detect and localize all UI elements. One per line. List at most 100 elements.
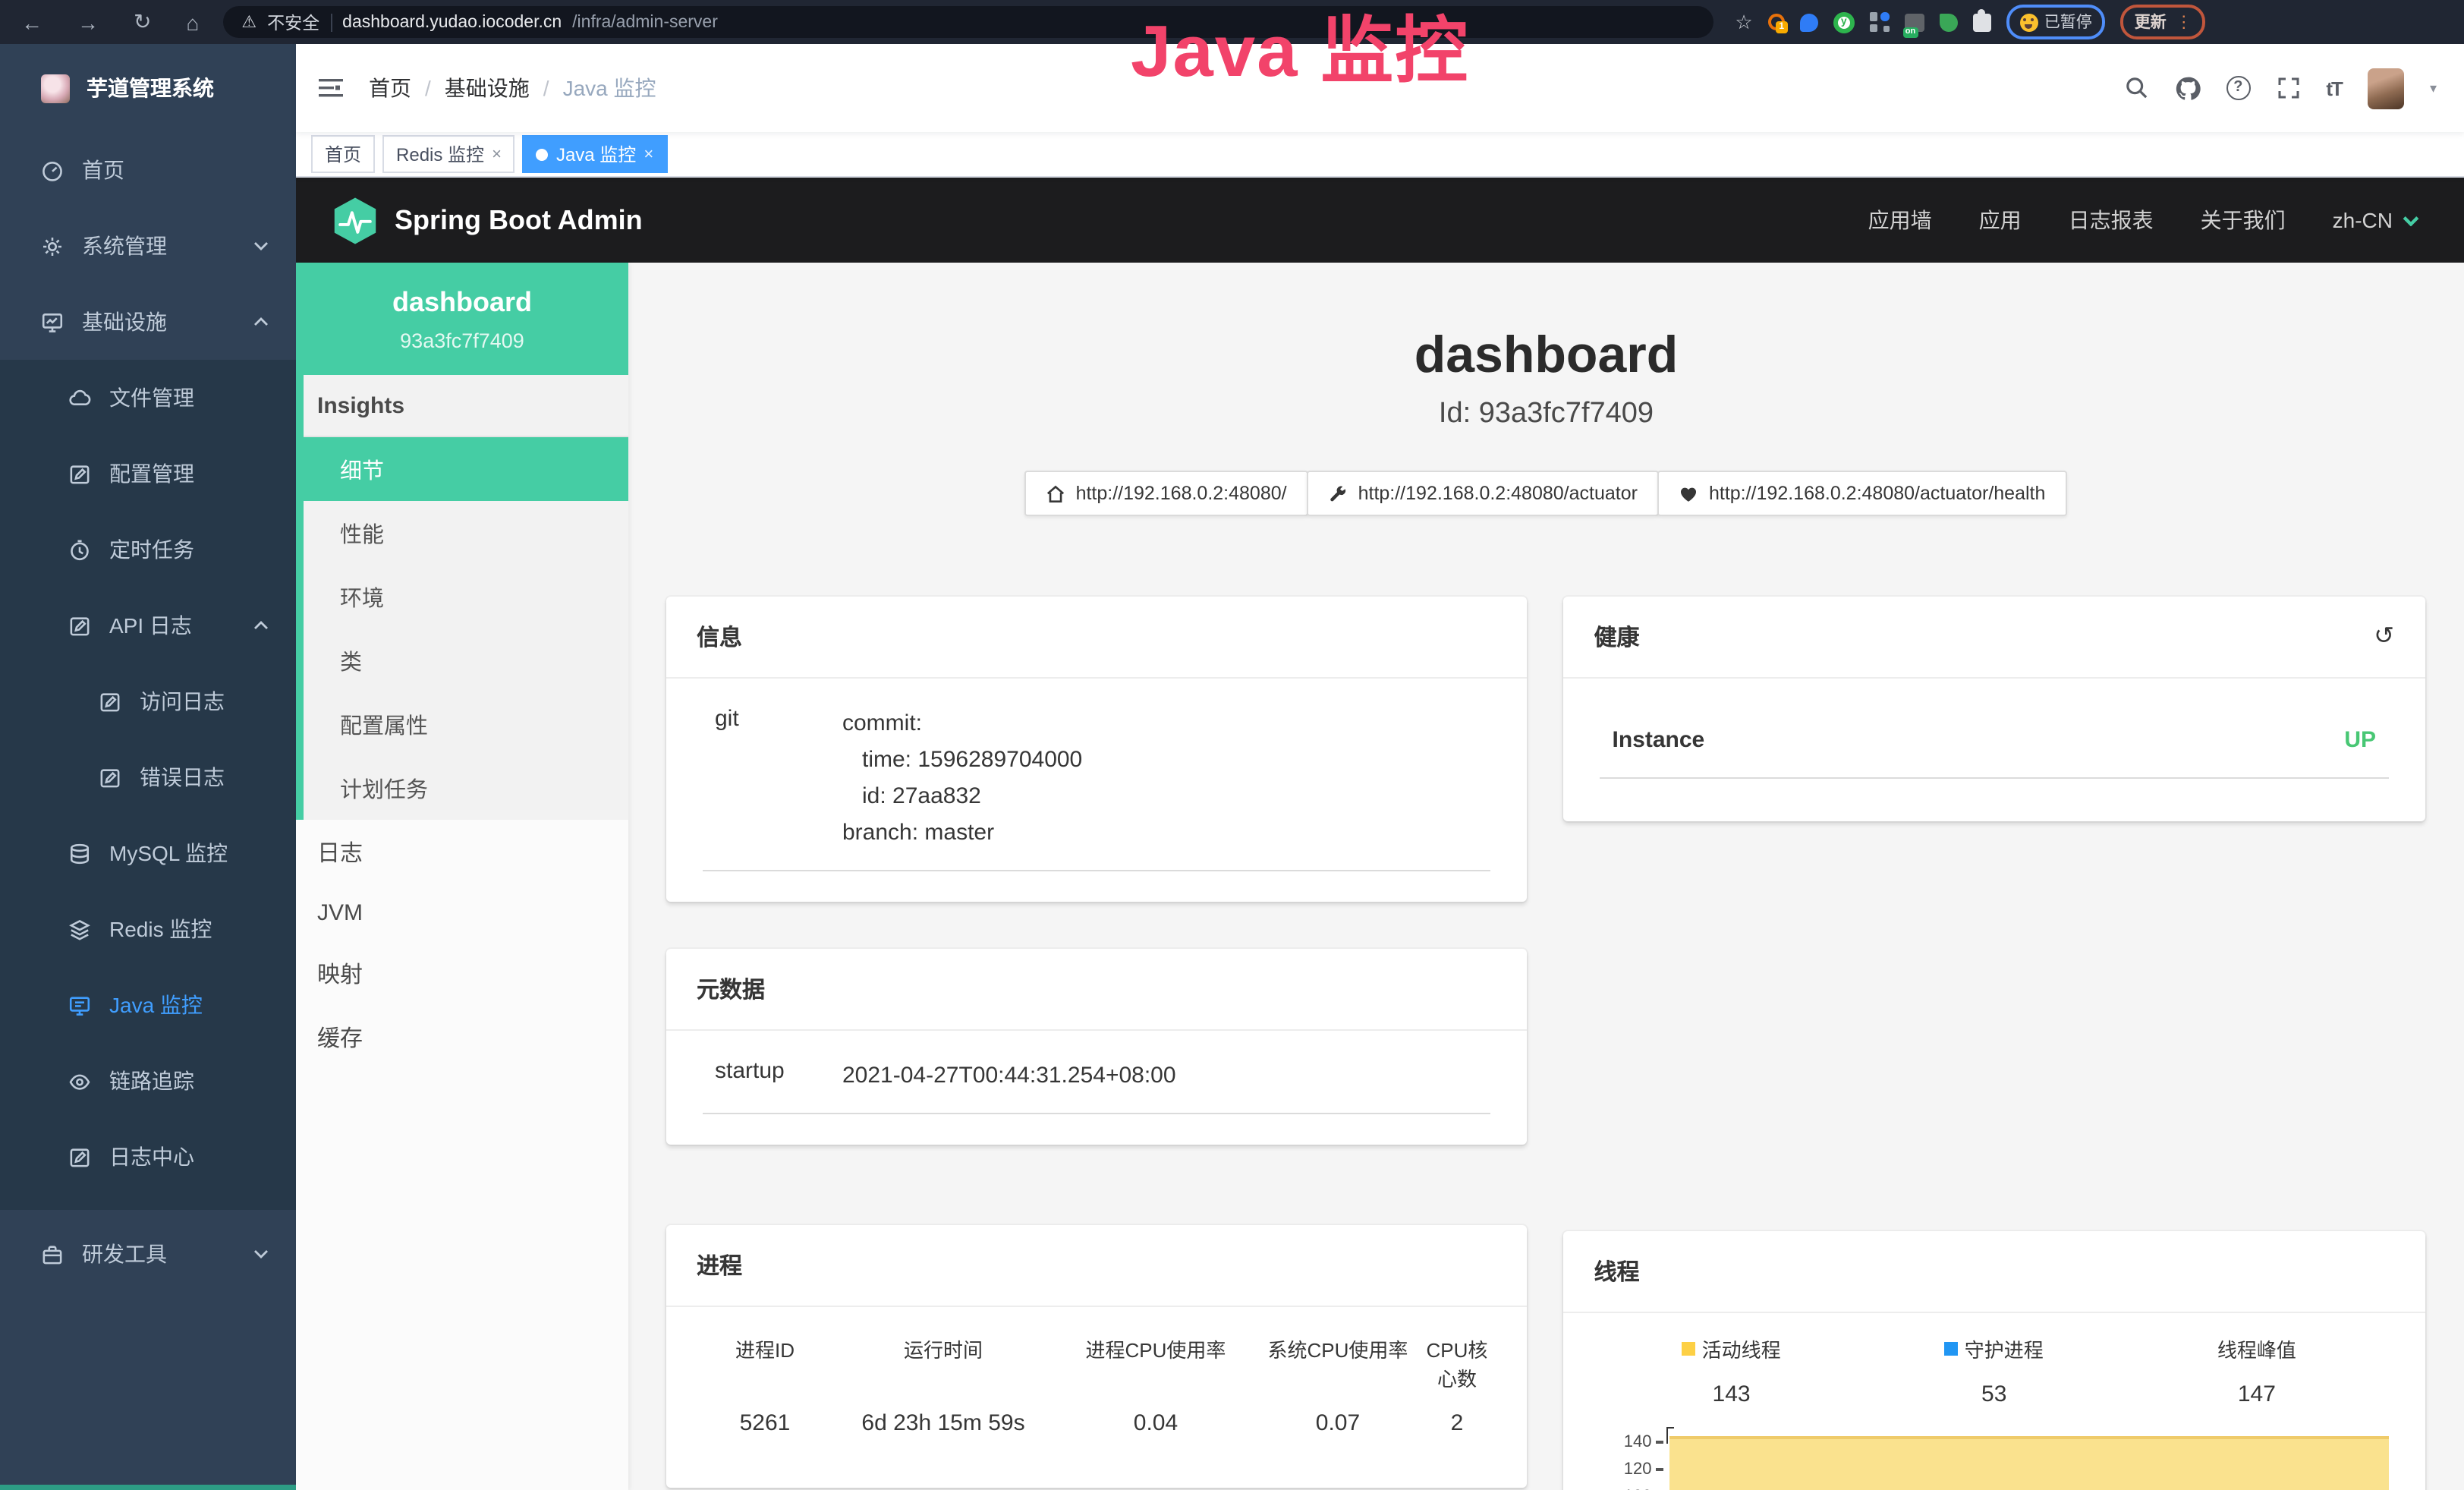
heart-icon xyxy=(1679,484,1698,503)
database-icon xyxy=(68,842,91,865)
breadcrumb-infra[interactable]: 基础设施 xyxy=(445,73,530,103)
tab-java-monitor[interactable]: Java 监控× xyxy=(523,135,667,173)
side-item-classes[interactable]: 类 xyxy=(304,628,628,692)
leaf-extension-icon[interactable] xyxy=(1940,13,1958,31)
fullscreen-icon[interactable] xyxy=(2276,76,2300,100)
app-logo-row[interactable]: 芋道管理系统 xyxy=(0,44,296,132)
health-url-button[interactable]: http://192.168.0.2:48080/actuator/health xyxy=(1657,471,2066,516)
hamburger-icon[interactable] xyxy=(319,77,345,99)
back-icon[interactable]: ← xyxy=(21,10,42,34)
sba-nav-about[interactable]: 关于我们 xyxy=(2201,205,2286,235)
grid-extension-icon[interactable] xyxy=(1870,12,1890,32)
breadcrumb-home[interactable]: 首页 xyxy=(369,73,411,103)
sidebar-item-access-log[interactable]: 访问日志 xyxy=(0,663,296,739)
side-item-jvm[interactable]: JVM xyxy=(296,884,628,941)
puzzle-extension-icon[interactable] xyxy=(1973,13,1991,31)
sba-nav-applications[interactable]: 应用 xyxy=(1979,205,2022,235)
sidebar-item-infra[interactable]: 基础设施 xyxy=(0,284,296,360)
sidebar-item-log-center[interactable]: 日志中心 xyxy=(0,1119,296,1195)
timer-icon xyxy=(68,538,91,561)
close-icon[interactable]: × xyxy=(492,145,502,163)
chevron-up-icon xyxy=(253,621,269,630)
instance-sidebar: dashboard 93a3fc7f7409 Insights 细节 性能 环境… xyxy=(296,263,628,1490)
emoji-avatar xyxy=(2020,13,2038,31)
legend-label: 活动线程 xyxy=(1702,1334,1781,1363)
insights-title[interactable]: Insights xyxy=(304,375,628,437)
threads-card: 线程 活动线程 143 守护进程 xyxy=(1564,1231,2425,1490)
sidebar-item-dev-tools[interactable]: 研发工具 xyxy=(0,1216,296,1292)
cell-system-cpu: 0.07 xyxy=(1258,1407,1418,1448)
sidebar-item-system[interactable]: 系统管理 xyxy=(0,208,296,284)
history-icon[interactable]: ↺ xyxy=(2374,625,2394,649)
reload-icon[interactable]: ↻ xyxy=(134,9,151,35)
threads-daemon-value: 53 xyxy=(1863,1381,2126,1407)
wrench-icon xyxy=(1328,484,1348,503)
side-item-env[interactable]: 环境 xyxy=(304,565,628,628)
sidebar-item-api-log[interactable]: API 日志 xyxy=(0,587,296,663)
sidebar-item-java-monitor[interactable]: Java 监控 xyxy=(0,967,296,1043)
sidebar-item-file-manage[interactable]: 文件管理 xyxy=(0,360,296,436)
breadcrumb-current: Java 监控 xyxy=(563,73,656,103)
side-item-mappings[interactable]: 映射 xyxy=(296,941,628,1005)
update-button[interactable]: 更新 ⋮ xyxy=(2121,5,2206,39)
pin-extension-icon[interactable] xyxy=(1800,13,1818,31)
help-icon[interactable]: ? xyxy=(2226,76,2250,100)
page-id: Id: 93a3fc7f7409 xyxy=(628,398,2464,431)
process-card: 进程 进程ID 运行时间 进程CPU使用率 系统CPU使用率 CPU核心数 52… xyxy=(666,1225,1528,1488)
sba-nav-journal[interactable]: 日志报表 xyxy=(2069,205,2154,235)
instance-id: 93a3fc7f7409 xyxy=(308,329,616,352)
process-table: 进程ID 运行时间 进程CPU使用率 系统CPU使用率 CPU核心数 5261 … xyxy=(697,1328,1497,1463)
home-icon[interactable]: ⌂ xyxy=(186,10,199,34)
y-extension-icon[interactable]: y xyxy=(1833,11,1855,33)
close-icon[interactable]: × xyxy=(644,145,653,163)
address-bar[interactable]: ⚠ 不安全 dashboard.yudao.iocoder.cn/infra/a… xyxy=(223,6,1713,38)
font-size-icon[interactable]: tT xyxy=(2326,77,2342,99)
chevron-down-icon[interactable]: ▾ xyxy=(2430,80,2437,96)
url-host: dashboard.yudao.iocoder.cn xyxy=(342,13,562,31)
side-item-configprops[interactable]: 配置属性 xyxy=(304,692,628,756)
log-edit-icon xyxy=(99,766,121,789)
sba-nav-wallboard[interactable]: 应用墙 xyxy=(1868,205,1932,235)
col-header: 进程CPU使用率 xyxy=(1053,1328,1258,1407)
sidebar-item-error-log[interactable]: 错误日志 xyxy=(0,739,296,815)
on-extension-icon[interactable]: on xyxy=(1905,13,1924,31)
user-avatar[interactable] xyxy=(2368,68,2404,109)
area-series-live xyxy=(1670,1436,2389,1490)
sidebar-item-mysql-monitor[interactable]: MySQL 监控 xyxy=(0,815,296,891)
sba-brand[interactable]: Spring Boot Admin xyxy=(332,195,643,245)
layers-icon xyxy=(68,918,91,940)
card-title: 线程 xyxy=(1594,1255,1640,1287)
side-item-logs[interactable]: 日志 xyxy=(296,820,628,884)
side-item-caches[interactable]: 缓存 xyxy=(296,1005,628,1069)
menu-kebab-icon[interactable]: ⋮ xyxy=(2176,12,2192,32)
card-title: 健康 xyxy=(1594,621,1640,653)
app-logo xyxy=(41,74,70,102)
locale-select[interactable]: zh-CN xyxy=(2333,208,2418,232)
side-item-details[interactable]: 细节 xyxy=(304,437,628,501)
actuator-url-button[interactable]: http://192.168.0.2:48080/actuator xyxy=(1307,471,1659,516)
service-url-button[interactable]: http://192.168.0.2:48080/ xyxy=(1024,471,1308,516)
extension-icon[interactable]: 1 xyxy=(1768,14,1785,30)
status-strip xyxy=(0,1484,296,1490)
profile-paused-badge[interactable]: 已暂停 xyxy=(2006,5,2106,39)
health-row-instance[interactable]: Instance UP xyxy=(1600,715,2389,779)
forward-icon[interactable]: → xyxy=(77,10,99,34)
main-sidebar: 芋道管理系统 首页 系统管理 基础设施 文件管理 xyxy=(0,44,296,1490)
instance-header[interactable]: dashboard 93a3fc7f7409 xyxy=(296,263,628,375)
threads-chart: 140 120 100 xyxy=(1600,1425,2389,1490)
side-item-scheduled[interactable]: 计划任务 xyxy=(304,756,628,820)
url-path: /infra/admin-server xyxy=(572,13,718,31)
sidebar-item-home[interactable]: 首页 xyxy=(0,132,296,208)
security-label[interactable]: 不安全 xyxy=(267,10,319,34)
tab-home[interactable]: 首页 xyxy=(311,135,375,173)
side-item-metrics[interactable]: 性能 xyxy=(304,501,628,565)
sidebar-item-tracing[interactable]: 链路追踪 xyxy=(0,1043,296,1119)
sidebar-item-redis-monitor[interactable]: Redis 监控 xyxy=(0,891,296,967)
legend-label: 线程峰值 xyxy=(2217,1334,2296,1363)
sidebar-item-scheduled-jobs[interactable]: 定时任务 xyxy=(0,512,296,587)
search-icon[interactable] xyxy=(2124,76,2148,100)
github-icon[interactable] xyxy=(2174,75,2200,101)
tab-redis-monitor[interactable]: Redis 监控× xyxy=(382,135,515,173)
bookmark-star-icon[interactable]: ☆ xyxy=(1735,10,1752,34)
sidebar-item-config-manage[interactable]: 配置管理 xyxy=(0,436,296,512)
